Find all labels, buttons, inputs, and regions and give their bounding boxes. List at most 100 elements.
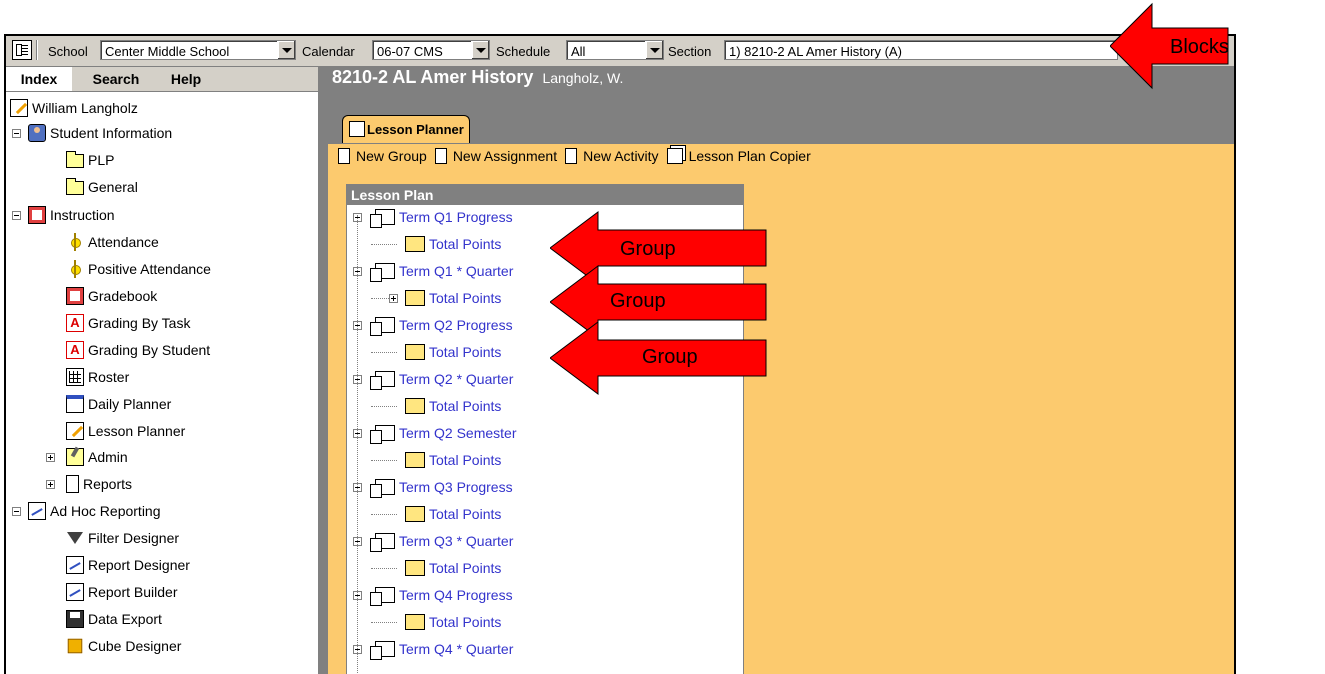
calendar-icon <box>66 395 84 413</box>
tree-item-label: Grading By Student <box>88 342 211 358</box>
tree-item-attendance[interactable]: Attendance <box>66 229 159 255</box>
sun-icon <box>66 260 84 278</box>
group-annotation-1: Group <box>620 238 676 260</box>
expand-icon[interactable] <box>46 453 55 462</box>
tree-item-cube-designer[interactable]: Cube Designer <box>66 633 181 659</box>
group-label: Total Points <box>429 344 502 360</box>
school-select[interactable]: Center Middle School <box>100 40 296 60</box>
tab-lesson-planner[interactable]: Lesson Planner <box>342 115 470 143</box>
schedule-select[interactable]: All <box>566 40 664 60</box>
lesson-plan-term[interactable]: Term Q4 Progress <box>370 585 513 606</box>
book-icon <box>28 206 46 224</box>
group-label: Total Points <box>429 614 502 630</box>
lesson-plan-group[interactable]: Total Points <box>405 450 501 470</box>
lesson-plan-term[interactable]: Term Q1 Progress <box>370 207 513 228</box>
tree-item-general[interactable]: General <box>66 174 138 200</box>
new-group-label: New Group <box>356 148 427 164</box>
lesson-planner-workarea: New Group New Assignment New Activity Le… <box>328 144 1234 674</box>
expand-icon[interactable] <box>389 294 398 303</box>
chevron-down-icon[interactable] <box>645 41 663 59</box>
lesson-plan-group[interactable]: Total Points <box>405 342 501 362</box>
tree-item-label: Gradebook <box>88 288 158 304</box>
term-label: Term Q2 Progress <box>399 317 513 333</box>
group-label: Total Points <box>429 398 502 414</box>
new-activity-button[interactable]: New Activity <box>565 148 659 164</box>
tree-connector <box>371 460 397 462</box>
lesson-plan-group[interactable]: Total Points <box>405 396 501 416</box>
lesson-plan-group[interactable]: Total Points <box>405 612 501 632</box>
folder-icon <box>405 560 425 576</box>
pencil-icon <box>349 121 365 137</box>
tree-item-student-information[interactable]: Student Information <box>28 120 172 146</box>
sun-icon <box>66 233 84 251</box>
tree-item-label: Cube Designer <box>88 638 182 654</box>
new-assignment-button[interactable]: New Assignment <box>434 148 557 164</box>
lesson-plan-term[interactable]: Term Q2 Progress <box>370 315 513 336</box>
lesson-plan-term[interactable]: Term Q1 * Quarter <box>370 261 513 282</box>
tree-item-plp[interactable]: PLP <box>66 147 114 173</box>
tree-item-filter-designer[interactable]: Filter Designer <box>66 525 179 551</box>
calendar-select-value: 06-07 CMS <box>377 44 443 59</box>
folder-icon <box>66 178 84 195</box>
folder-icon <box>66 151 84 168</box>
copier-label: Lesson Plan Copier <box>688 148 811 164</box>
tree-item-grading-by-student[interactable]: A Grading By Student <box>66 337 210 363</box>
folder-icon <box>405 236 425 252</box>
tab-index[interactable]: Index <box>6 67 72 91</box>
lesson-plan-group[interactable]: Total Points <box>405 234 501 254</box>
tree-item-gradebook[interactable]: Gradebook <box>66 283 157 309</box>
tree-item-admin[interactable]: Admin <box>66 444 128 470</box>
term-icon <box>370 209 395 228</box>
lesson-plan-term[interactable]: Term Q2 Semester <box>370 423 516 444</box>
pencil-icon <box>66 422 84 440</box>
expand-icon[interactable] <box>46 480 55 489</box>
lesson-plan-term[interactable]: Term Q3 Progress <box>370 477 513 498</box>
tree-item-label: Reports <box>83 476 133 492</box>
lesson-plan-group[interactable]: Total Points <box>405 288 501 308</box>
tree-item-user[interactable]: William Langholz <box>10 95 138 121</box>
folder-icon <box>405 398 425 414</box>
schedule-label: Schedule <box>496 44 551 59</box>
chevron-down-icon[interactable] <box>277 41 295 59</box>
group-label: Total Points <box>429 560 502 576</box>
lesson-plan-term[interactable]: Term Q3 * Quarter <box>370 531 513 552</box>
group-label: Total Points <box>429 452 502 468</box>
lesson-plan-group[interactable]: Total Points <box>405 504 501 524</box>
collapse-icon[interactable] <box>12 507 21 516</box>
tree-item-label: Positive Attendance <box>88 261 211 277</box>
tab-search[interactable]: Search <box>76 67 156 91</box>
lesson-plan-term[interactable]: Term Q2 * Quarter <box>370 369 513 390</box>
collapse-icon[interactable] <box>12 129 21 138</box>
term-icon <box>370 425 395 444</box>
chevron-down-icon[interactable] <box>471 41 489 59</box>
tree-item-data-export[interactable]: Data Export <box>66 606 162 632</box>
term-icon <box>370 317 395 336</box>
tree-item-lesson-planner[interactable]: Lesson Planner <box>66 418 185 444</box>
grade-icon: A <box>66 314 84 332</box>
term-icon <box>370 587 395 606</box>
tree-item-grading-by-task[interactable]: A Grading By Task <box>66 310 190 336</box>
tree-item-label: Daily Planner <box>88 396 172 412</box>
lesson-toolbar: New Group New Assignment New Activity Le… <box>338 144 819 168</box>
lesson-plan-group[interactable]: Total Points <box>405 558 501 578</box>
tree-item-positive-attendance[interactable]: Positive Attendance <box>66 256 211 282</box>
menu-toggle-icon[interactable] <box>12 40 32 60</box>
lesson-plan-term[interactable]: Term Q4 * Quarter <box>370 639 513 660</box>
tree-item-reports[interactable]: Reports <box>66 471 132 497</box>
tree-item-roster[interactable]: Roster <box>66 364 129 390</box>
tab-help[interactable]: Help <box>156 67 216 91</box>
new-group-button[interactable]: New Group <box>338 148 427 164</box>
tree-item-daily-planner[interactable]: Daily Planner <box>66 391 171 417</box>
tree-item-ad-hoc-reporting[interactable]: Ad Hoc Reporting <box>28 498 161 524</box>
calendar-label: Calendar <box>302 44 355 59</box>
calendar-select[interactable]: 06-07 CMS <box>372 40 490 60</box>
schedule-select-value: All <box>571 44 586 59</box>
tree-item-report-builder[interactable]: Report Builder <box>66 579 178 605</box>
collapse-icon[interactable] <box>12 211 21 220</box>
tree-item-label: Roster <box>88 369 130 385</box>
tree-item-instruction[interactable]: Instruction <box>28 202 115 228</box>
lesson-plan-copier-button[interactable]: Lesson Plan Copier <box>666 148 811 164</box>
tree-item-label: William Langholz <box>32 100 138 116</box>
section-select[interactable]: 1) 8210-2 AL Amer History (A) <box>724 40 1118 60</box>
tree-item-report-designer[interactable]: Report Designer <box>66 552 190 578</box>
